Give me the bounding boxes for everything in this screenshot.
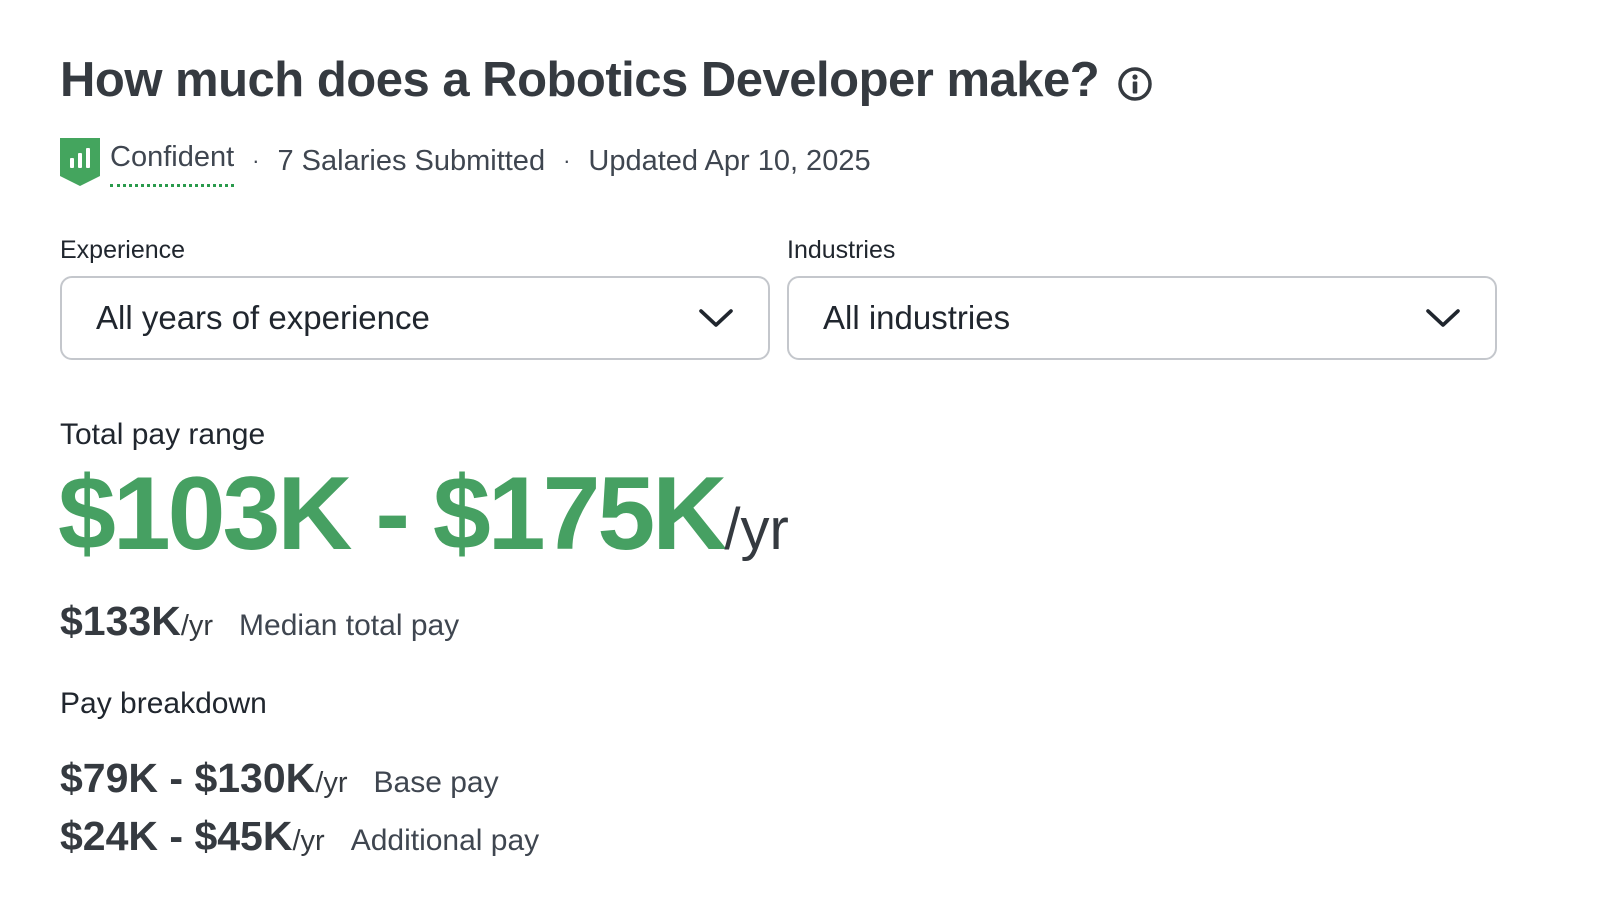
total-pay-range: $103K - $175K/yr [58, 462, 789, 566]
industries-selected-value: All industries [823, 299, 1011, 336]
total-pay-unit: /yr [724, 497, 789, 562]
additional-pay-unit: /yr [292, 825, 325, 857]
additional-pay-amount: $24K - $45K [60, 813, 293, 859]
info-circle-icon[interactable] [1117, 66, 1153, 102]
additional-pay-caption: Additional pay [350, 824, 540, 857]
salaries-submitted: 7 Salaries Submitted [277, 144, 546, 177]
title-row: How much does a Robotics Developer make? [60, 50, 1153, 110]
base-pay-caption: Base pay [373, 766, 499, 799]
confidence-label[interactable]: Confident [110, 141, 235, 187]
median-pay-amount: $133K [60, 598, 181, 644]
industries-label: Industries [787, 236, 896, 264]
additional-pay-row: $24K - $45K/yr Additional pay [60, 813, 539, 860]
bar-chart-shield-icon [60, 138, 102, 188]
median-pay-unit: /yr [180, 610, 214, 642]
total-pay-amount: $103K - $175K [58, 456, 727, 572]
pay-breakdown-label: Pay breakdown [60, 687, 267, 720]
experience-label: Experience [60, 236, 186, 264]
base-pay-unit: /yr [315, 767, 348, 799]
experience-filter: Experience All years of experience [60, 236, 770, 360]
experience-selected-value: All years of experience [96, 299, 430, 336]
chevron-down-icon [699, 309, 733, 327]
filters: Experience All years of experience Indus… [60, 236, 1497, 360]
page-title: How much does a Robotics Developer make? [60, 53, 1100, 107]
base-pay-amount: $79K - $130K [60, 755, 316, 801]
base-pay-row: $79K - $130K/yr Base pay [60, 755, 499, 802]
salary-meta: Confident · 7 Salaries Submitted · Updat… [60, 134, 871, 188]
median-pay-caption: Median total pay [239, 609, 460, 642]
industries-filter: Industries All industries [787, 236, 1497, 360]
experience-select[interactable]: All years of experience [60, 276, 770, 360]
median-pay: $133K/yr Median total pay [60, 598, 459, 645]
total-pay-label: Total pay range [60, 418, 266, 451]
separator: · [252, 148, 260, 173]
updated-date: Updated Apr 10, 2025 [588, 144, 871, 177]
industries-select[interactable]: All industries [787, 276, 1497, 360]
chevron-down-icon [1426, 309, 1460, 327]
separator: · [563, 148, 571, 173]
